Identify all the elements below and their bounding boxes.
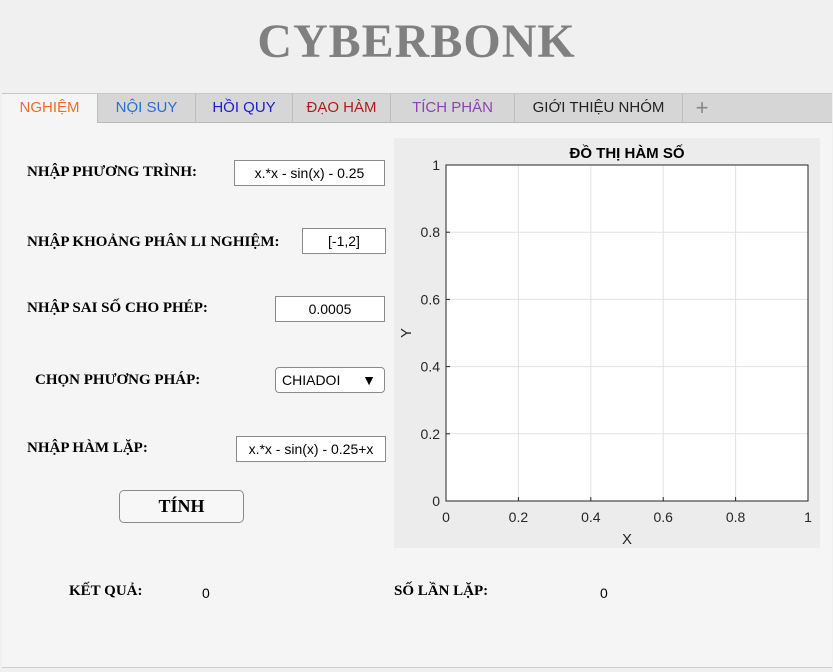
tolerance-input[interactable]: 0.0005 [275,296,385,322]
result-value: 0 [202,585,210,601]
chart-title: ĐỒ THỊ HÀM SỐ [570,144,685,162]
y-tick-label: 0.2 [421,426,441,442]
iteration-function-label: NHẬP HÀM LẶP: [27,440,148,456]
equation-input[interactable]: x.*x - sin(x) - 0.25 [234,160,385,186]
x-tick-label: 0.4 [581,509,601,525]
result-label: KẾT QUẢ: [69,583,143,599]
iterations-label: SỐ LẦN LẶP: [394,583,489,599]
tab-hoi-quy[interactable]: HỒI QUY [196,94,293,123]
compute-button[interactable]: TÍNH [119,490,244,523]
x-tick-label: 0.8 [726,509,746,525]
y-tick-label: 0.4 [421,359,441,375]
iterations-value: 0 [600,585,608,601]
tab-dao-ham[interactable]: ĐẠO HÀM [293,94,391,123]
x-tick-label: 0 [442,509,450,525]
dropdown-arrow-icon: ▼ [362,372,376,388]
interval-label: NHẬP KHOẢNG PHÂN LI NGHIỆM: [27,234,280,250]
x-tick-label: 0.2 [509,509,529,525]
tab-nghiem[interactable]: NGHIỆM [2,94,98,125]
app-title: CYBERBONK [257,15,576,68]
tab-tich-phan[interactable]: TÍCH PHÂN [391,94,515,123]
y-tick-label: 0 [432,493,440,509]
add-tab-icon[interactable]: + [683,94,721,123]
tolerance-label: NHẬP SAI SỐ CHO PHÉP: [27,300,208,316]
tab-noi-suy[interactable]: NỘI SUY [98,94,196,123]
x-tick-label: 1 [804,509,812,525]
tab-bar: NGHIỆM NỘI SUY HỒI QUY ĐẠO HÀM TÍCH PHÂN… [2,93,832,125]
method-label: CHỌN PHƯƠNG PHÁP: [35,372,201,388]
y-tick-label: 0.6 [421,291,441,307]
tab-gioi-thieu-nhom[interactable]: GIỚI THIỆU NHÓM [515,94,683,123]
x-axis-label: X [622,531,632,548]
y-tick-label: 1 [432,157,440,173]
y-tick-label: 0.8 [421,224,441,240]
axes-background [446,165,808,501]
method-select-value: CHIADOI [282,372,341,388]
function-plot: 0 0.2 0.4 0.6 0.8 1 0 0.2 0.4 0.6 0.8 1 ĐỒ THỊ HÀM S… [398,144,812,548]
method-select[interactable]: CHIADOI ▼ [275,367,385,393]
iteration-function-input[interactable]: x.*x - sin(x) - 0.25+x [236,436,386,462]
equation-label: NHẬP PHƯƠNG TRÌNH: [27,164,198,180]
y-axis-label: Y [398,328,415,338]
interval-input[interactable]: [-1,2] [302,228,386,254]
x-tick-label: 0.6 [653,509,673,525]
